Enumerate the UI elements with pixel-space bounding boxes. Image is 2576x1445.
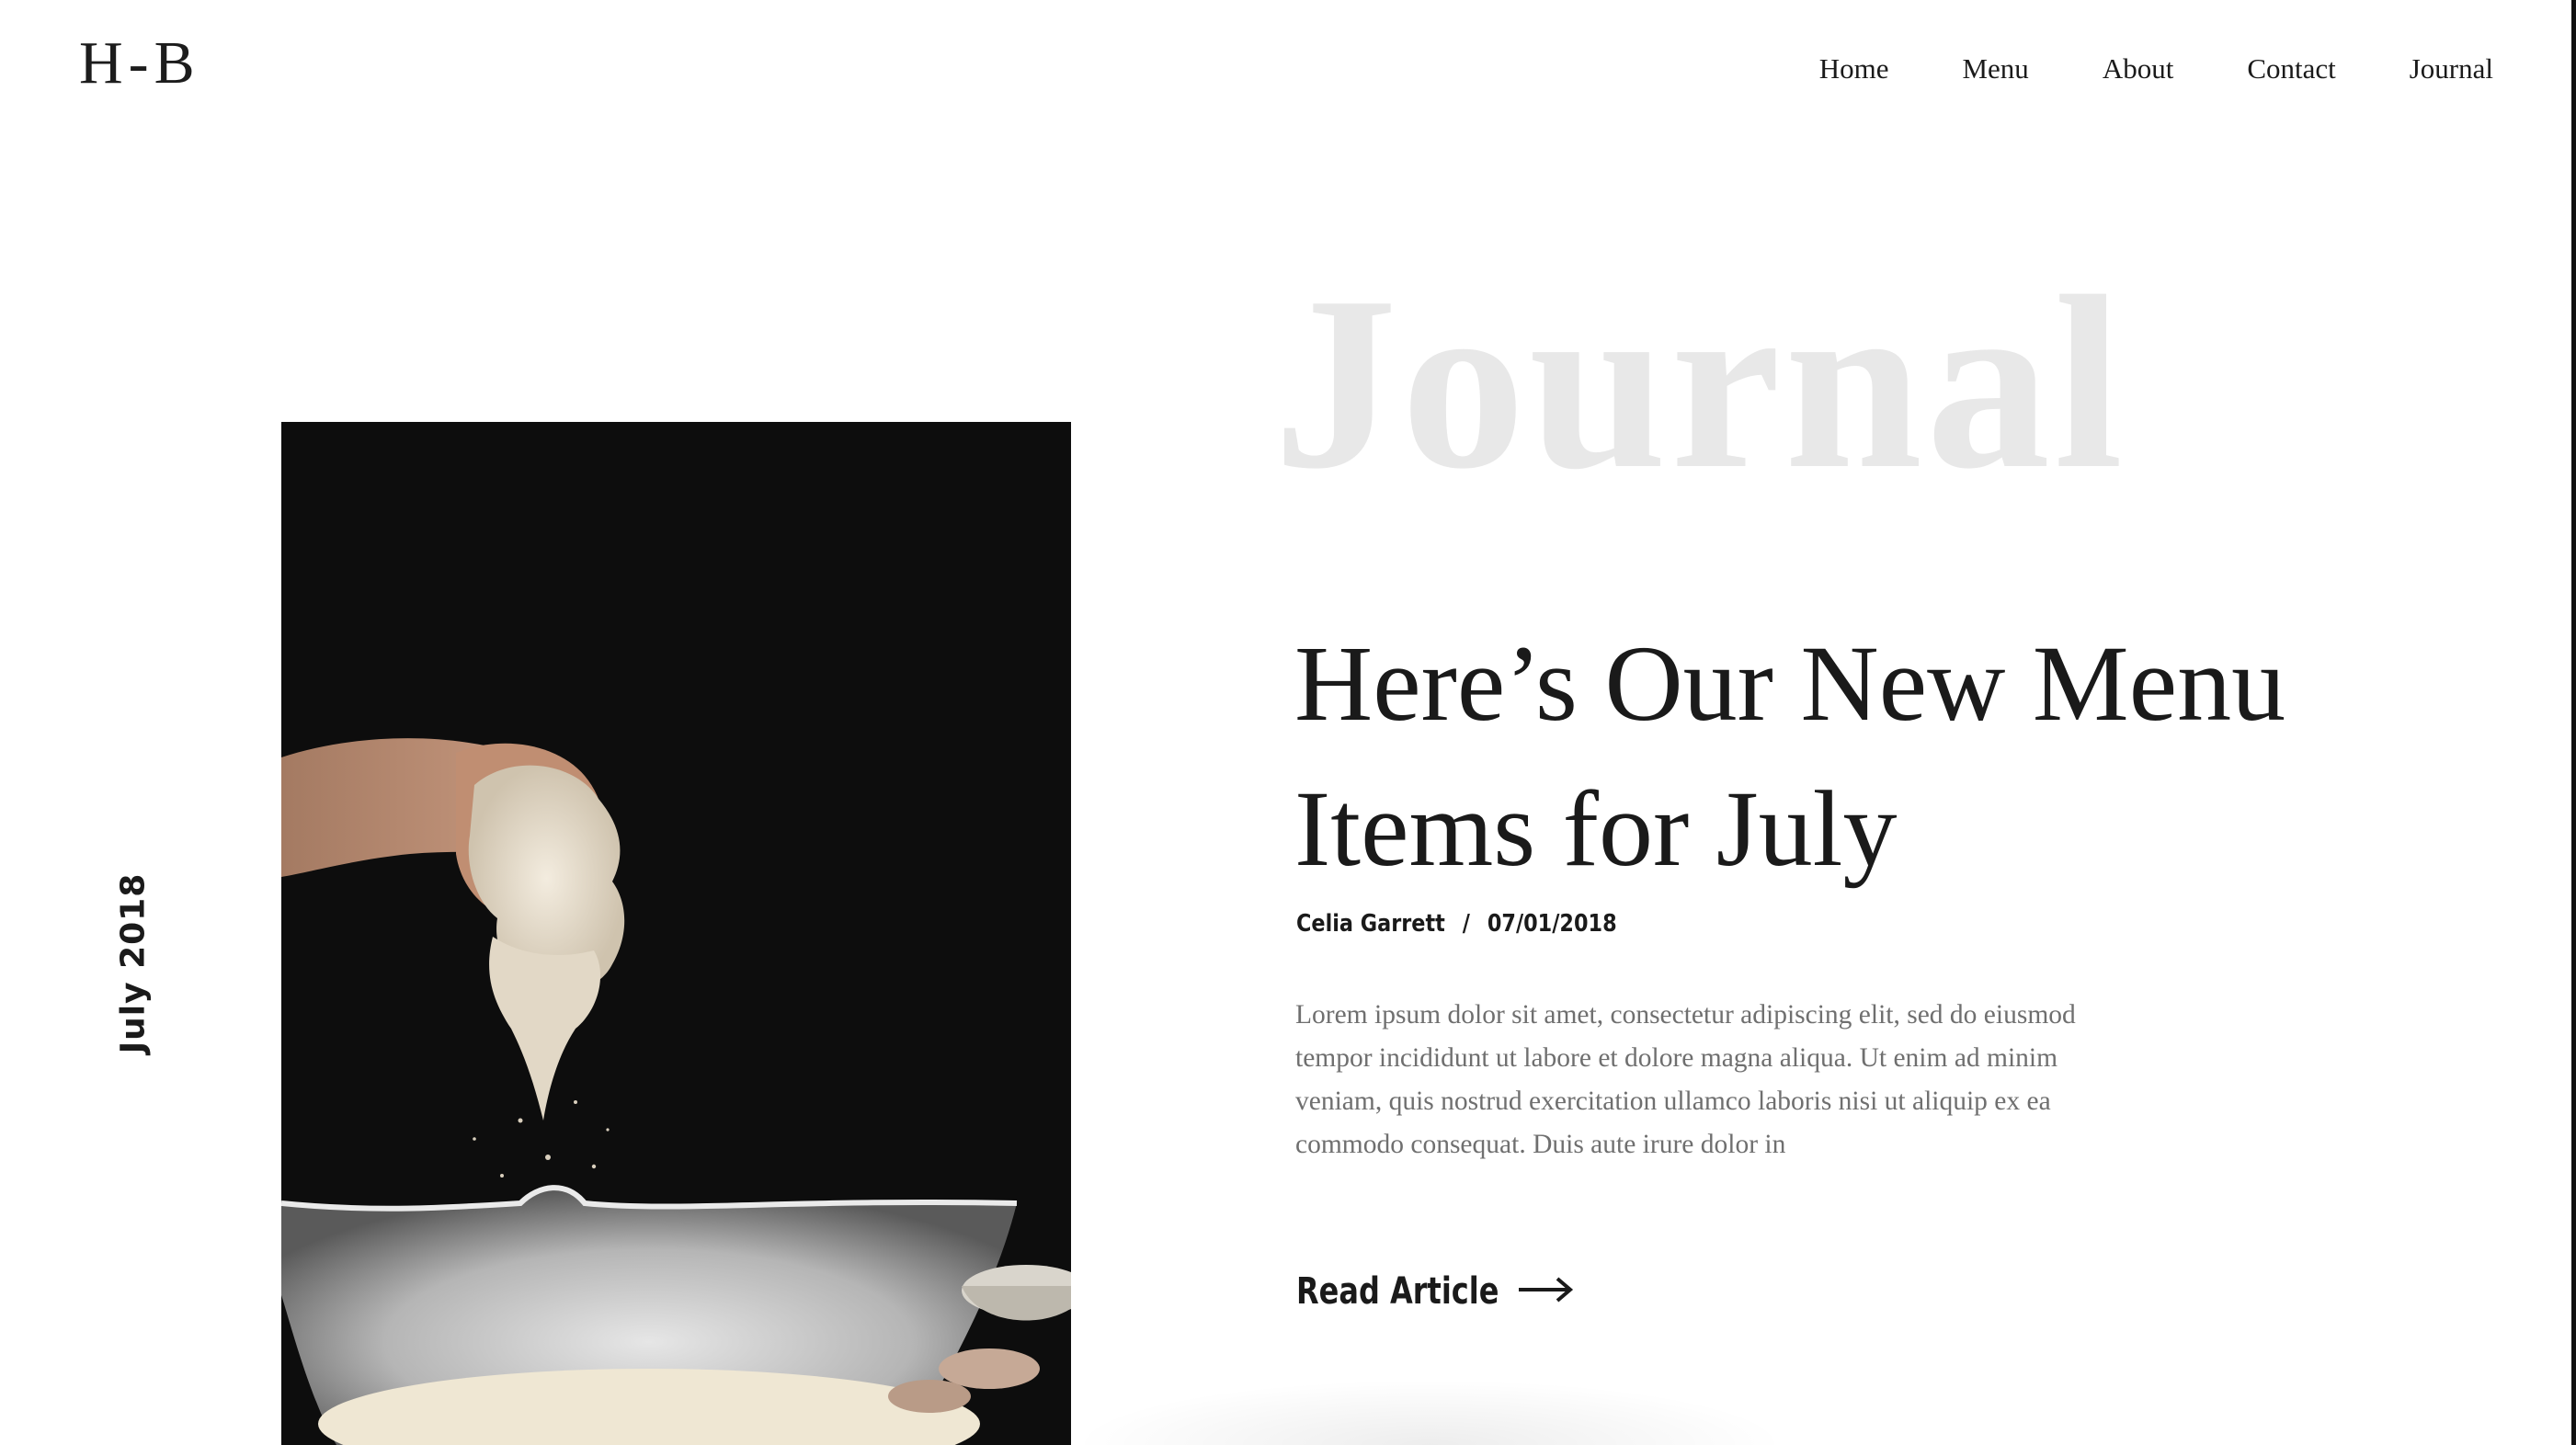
nav-contact[interactable]: Contact (2247, 51, 2335, 85)
arrow-right-icon (1517, 1276, 1574, 1308)
author-name: Celia Garrett (1296, 910, 1445, 938)
vertical-date-label: July 2018 (114, 872, 153, 1054)
article-date: 07/01/2018 (1487, 910, 1617, 938)
article-title: Here’s Our New Menu Items for July (1294, 623, 2286, 889)
window-edge (2571, 0, 2576, 1445)
meta-separator: / (1462, 910, 1470, 938)
nav-about[interactable]: About (2103, 51, 2174, 85)
hero-image-dough-bowl (281, 422, 1071, 1445)
nav-menu[interactable]: Menu (1962, 51, 2028, 85)
article-meta: Celia Garrett / 07/01/2018 (1296, 910, 1617, 938)
main-nav: Home Menu About Contact Journal (1746, 51, 2493, 85)
journal-watermark: Journal (1273, 245, 2127, 520)
article-excerpt: Lorem ipsum dolor sit amet, consectetur … (1295, 1000, 2076, 1159)
site-logo[interactable]: H-B (79, 33, 200, 94)
nav-home[interactable]: Home (1819, 51, 1889, 85)
scroll-shadow (1071, 1379, 1788, 1445)
read-article-label: Read Article (1296, 1270, 1499, 1313)
nav-journal[interactable]: Journal (2410, 51, 2493, 85)
read-article-link[interactable]: Read Article (1296, 1270, 1574, 1313)
